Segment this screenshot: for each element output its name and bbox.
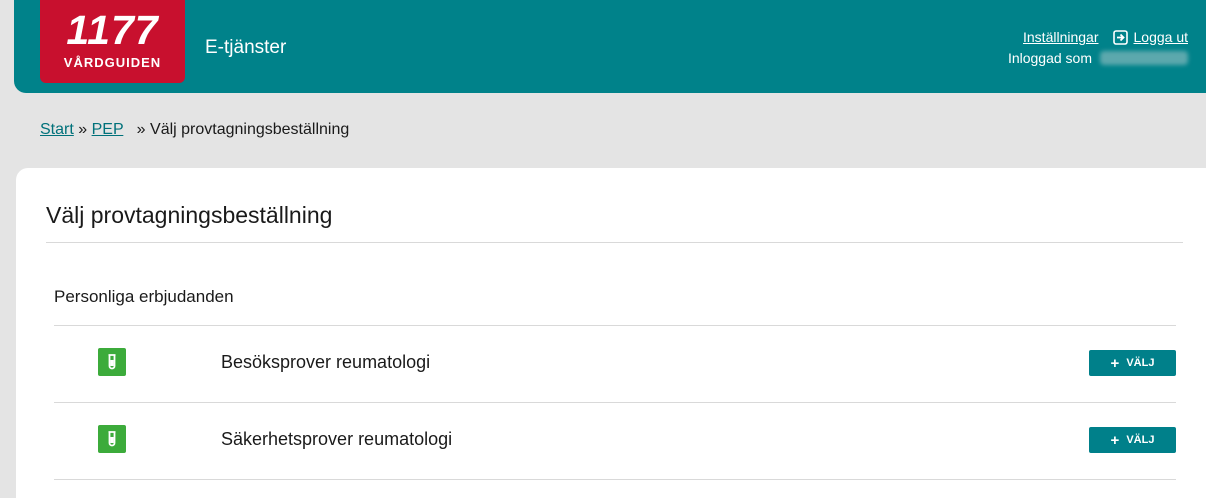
offer-row: Besöksprover reumatologi + VÄLJ (54, 326, 1176, 403)
breadcrumb-separator: » (78, 121, 92, 138)
logout-icon[interactable] (1112, 29, 1129, 45)
select-button-label: VÄLJ (1126, 434, 1155, 446)
breadcrumb-separator: » (127, 121, 151, 138)
select-button[interactable]: + VÄLJ (1089, 427, 1176, 453)
breadcrumb-current: Välj provtagningsbeställning (150, 121, 350, 138)
select-button[interactable]: + VÄLJ (1089, 350, 1176, 376)
test-tube-icon (98, 348, 126, 376)
logged-in-label: Inloggad som (1007, 50, 1092, 66)
offer-row: Säkerhetsprover reumatologi + VÄLJ (54, 403, 1176, 480)
plus-icon: + (1110, 431, 1120, 449)
top-header: 1177 VÅRDGUIDEN E-tjänster Inställningar… (14, 0, 1206, 93)
breadcrumb-start[interactable]: Start (40, 121, 74, 138)
content-card: Välj provtagningsbeställning Personliga … (16, 168, 1206, 498)
select-button-label: VÄLJ (1126, 357, 1155, 369)
logo-number: 1177 (66, 7, 159, 53)
logo-1177-vardguiden[interactable]: 1177 VÅRDGUIDEN (40, 0, 185, 83)
title-divider (46, 242, 1183, 243)
user-menu: Inställningar Logga ut Inloggad som (1008, 29, 1188, 66)
redacted-username (1100, 51, 1188, 65)
plus-icon: + (1110, 354, 1120, 372)
settings-link[interactable]: Inställningar (1023, 29, 1099, 45)
service-name: E-tjänster (205, 37, 287, 58)
test-tube-icon (98, 425, 126, 453)
logo-text: VÅRDGUIDEN (63, 55, 162, 70)
breadcrumb-pep[interactable]: PEP (92, 121, 124, 138)
offer-label: Säkerhetsprover reumatologi (221, 429, 453, 449)
breadcrumb: Start » PEP » Välj provtagningsbeställni… (40, 121, 349, 139)
section-title: Personliga erbjudanden (54, 287, 234, 306)
offer-label: Besöksprover reumatologi (221, 352, 431, 372)
logout-link[interactable]: Logga ut (1134, 29, 1189, 45)
page-title: Välj provtagningsbeställning (46, 202, 333, 228)
